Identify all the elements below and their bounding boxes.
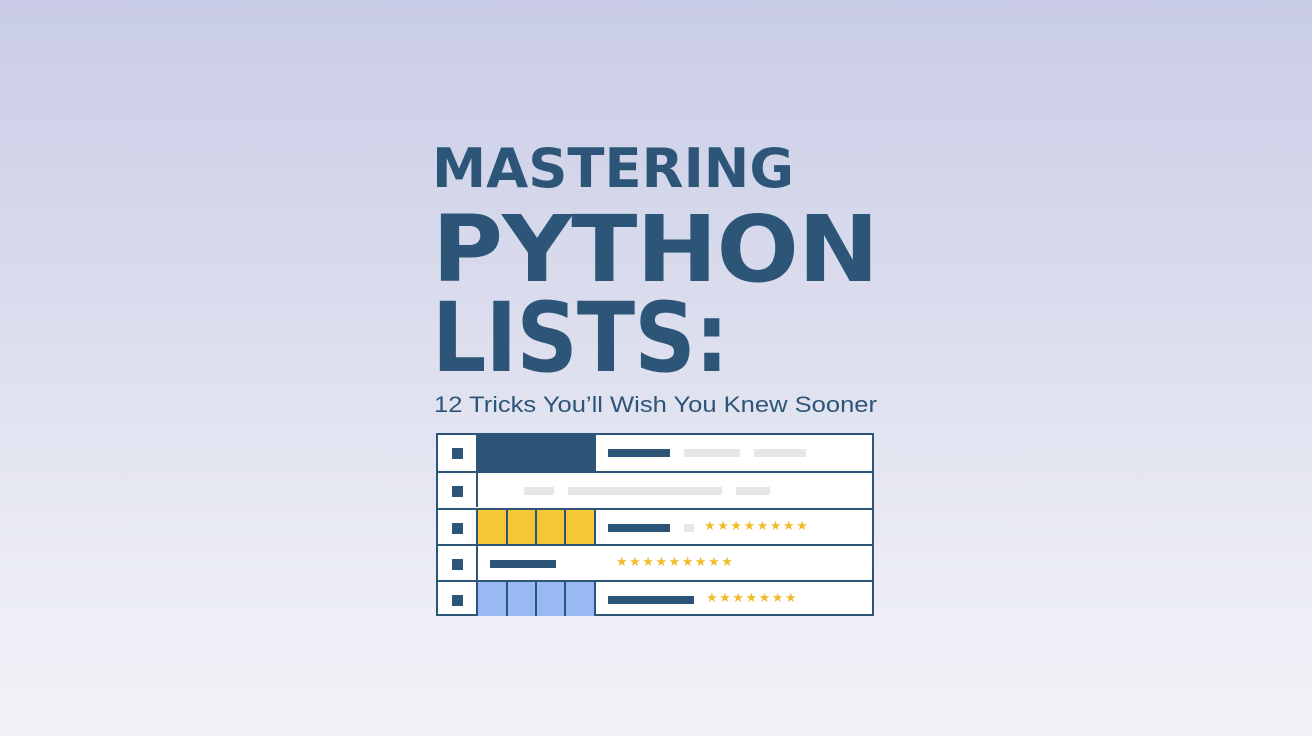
list-illustration: ★★★★★★★★ ★★★★★★★★★ ★★★★★★★ [436,433,874,616]
placeholder-bar [684,449,740,457]
subtitle: 12 Tricks You’ll Wish You Knew Sooner [434,392,877,417]
row-divider [476,473,478,507]
row-handle-icon [452,448,463,459]
star-rating-icon: ★★★★★★★★★ [616,555,735,570]
placeholder-bar [736,487,770,495]
star-rating-icon: ★★★★★★★★ [704,519,810,534]
placeholder-bar [754,449,806,457]
title-line-mastering: MASTERING [432,137,795,200]
cell-block-navy [478,435,596,471]
placeholder-bar [684,524,694,532]
row-handle-icon [452,523,463,534]
cell-block-gold [478,510,596,544]
text-bar [608,524,670,532]
list-row-3: ★★★★★★★★ [438,508,872,544]
placeholder-bar [524,487,554,495]
placeholder-bar [568,487,722,495]
row-divider [476,546,478,580]
row-handle-icon [452,595,463,606]
title-line-lists: LISTS: [432,282,729,394]
list-row-2 [438,471,872,507]
list-row-4: ★★★★★★★★★ [438,544,872,580]
list-row-1 [438,435,872,471]
text-bar [608,596,694,604]
star-rating-icon: ★★★★★★★ [706,591,799,606]
cell-block-sky [478,582,596,616]
row-handle-icon [452,486,463,497]
text-bar [490,560,556,568]
list-row-5: ★★★★★★★ [438,580,872,616]
row-handle-icon [452,559,463,570]
text-bar [608,449,670,457]
